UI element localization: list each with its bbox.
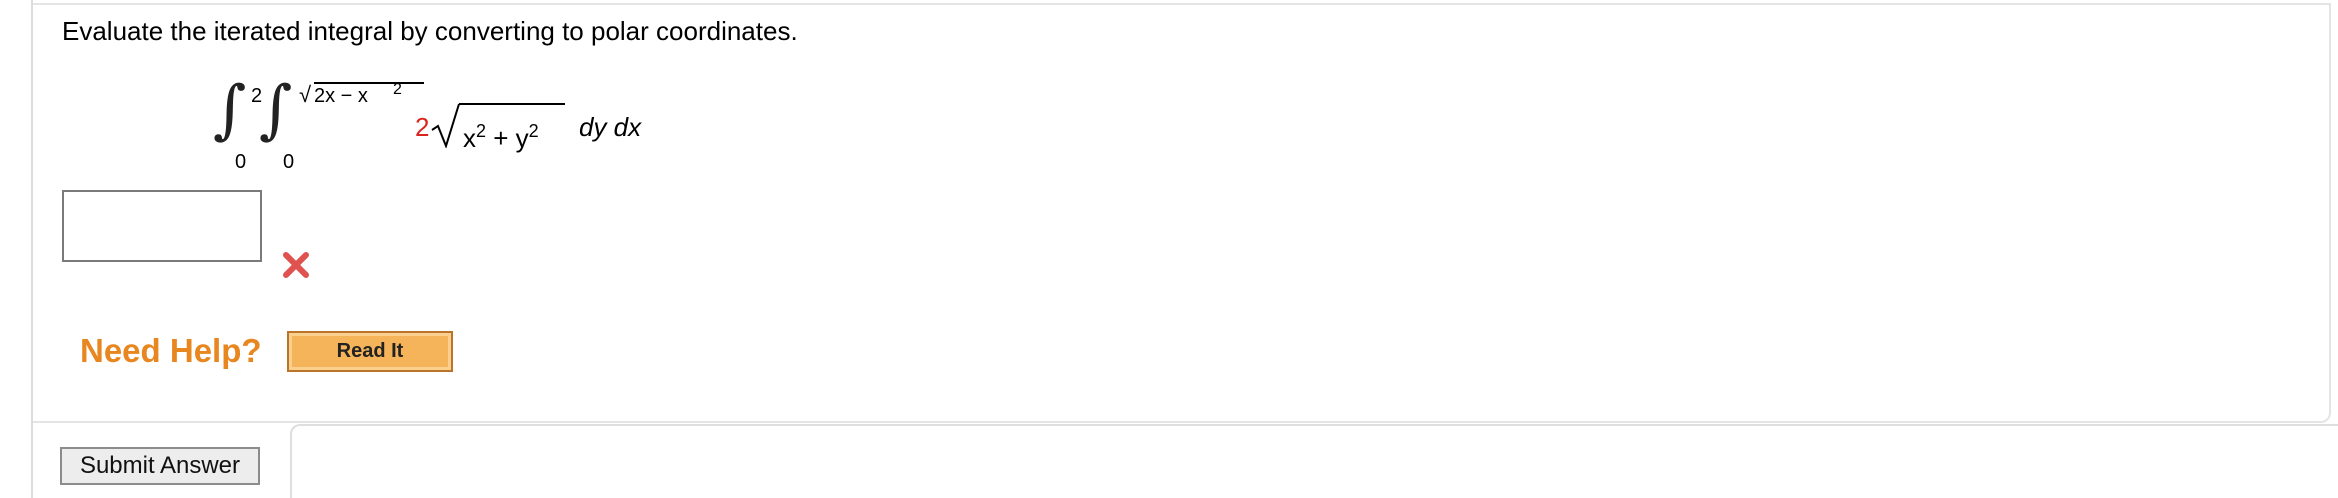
inner-integral-sign: ∫ [259,73,293,147]
need-help-label: Need Help? [80,332,262,369]
integral-expression: ∫ 2 0 ∫ 0 √ 2x − x 2 2 x2 + y2 dy dx [213,70,673,180]
integrand-sqrt-bar [459,103,565,105]
integrand-plus: + [486,123,516,153]
inner-upper-limit-exponent: 2 [393,81,402,98]
integrand-radicand: x2 + y2 [463,118,539,151]
integral-differentials: dy dx [579,112,642,142]
integrand-y: y [515,123,529,153]
inner-upper-limit-radicand: 2x − x [314,85,368,107]
integrand-sqrt-symbol [431,103,460,148]
integrand-y-exponent: 2 [528,121,539,141]
inner-limit-sqrt-bar [314,82,424,84]
inner-limit-sqrt-symbol: √ [299,82,312,107]
read-it-button[interactable]: Read It [287,331,453,372]
outer-integral-sign: ∫ [213,73,247,147]
answer-input[interactable] [62,190,262,262]
feedback-panel [290,424,2338,498]
integrand-coefficient: 2 [415,112,430,142]
integrand-x-exponent: 2 [476,121,487,141]
submit-answer-button[interactable]: Submit Answer [60,447,260,485]
incorrect-x-icon [283,252,309,278]
question-prompt: Evaluate the iterated integral by conver… [62,16,798,46]
outer-lower-limit: 0 [235,151,247,173]
integrand-x: x [463,123,476,153]
inner-lower-limit: 0 [283,151,295,173]
